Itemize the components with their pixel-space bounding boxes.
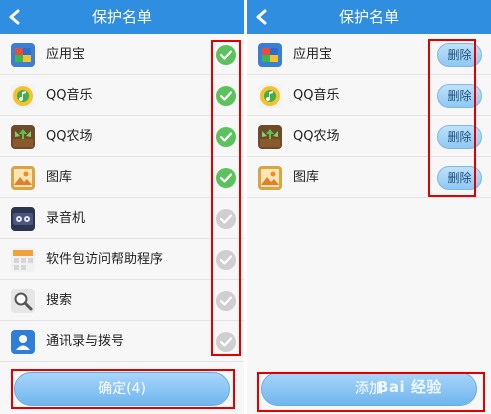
page-title: 保护名单	[338, 8, 399, 26]
list-item[interactable]: 通讯录与拨号	[0, 321, 244, 362]
highlight-box	[428, 39, 476, 197]
app-label: QQ农场	[46, 129, 93, 144]
search-icon	[11, 289, 35, 313]
app-label: 图库	[293, 170, 320, 185]
app-label: QQ音乐	[293, 88, 340, 103]
app-label: 搜索	[46, 293, 73, 308]
qq-music-icon	[11, 84, 35, 108]
list-item[interactable]: QQ农场	[0, 116, 244, 157]
page-title: 保护名单	[91, 8, 152, 26]
app-label: 应用宝	[293, 47, 333, 62]
app-label: 通讯录与拨号	[46, 334, 125, 349]
gallery-icon	[11, 166, 35, 190]
highlight-box	[211, 40, 241, 356]
list-item[interactable]: 软件包访问帮助程序	[0, 239, 244, 280]
title-bar: 保护名单	[247, 0, 491, 34]
app-label: 图库	[46, 170, 73, 185]
list-item[interactable]: QQ音乐	[0, 75, 244, 116]
qq-music-icon	[258, 84, 282, 108]
highlight-box	[257, 372, 485, 412]
list-item[interactable]: 图库	[0, 157, 244, 198]
qq-farm-icon	[258, 125, 282, 149]
qq-farm-icon	[11, 125, 35, 149]
list-item[interactable]: 搜索	[0, 280, 244, 321]
list-item[interactable]: 录音机	[0, 198, 244, 239]
package-helper-icon	[11, 248, 35, 272]
yingyongbao-icon	[258, 43, 282, 67]
app-label: 软件包访问帮助程序	[46, 252, 164, 267]
back-button[interactable]	[0, 0, 30, 34]
back-arrow-icon	[9, 9, 20, 25]
app-label: QQ音乐	[46, 88, 93, 103]
highlight-box	[11, 369, 235, 409]
app-label: 应用宝	[46, 47, 86, 62]
list-item[interactable]: 应用宝	[0, 34, 244, 75]
gallery-icon	[258, 166, 282, 190]
contacts-icon	[11, 330, 35, 354]
watermark: Bai 经验	[377, 378, 442, 396]
yingyongbao-icon	[11, 43, 35, 67]
title-bar: 保护名单	[0, 0, 244, 34]
back-arrow-icon	[256, 9, 267, 25]
app-label: 录音机	[46, 211, 86, 226]
app-label: QQ农场	[293, 129, 340, 144]
recorder-icon	[11, 207, 35, 231]
back-button[interactable]	[247, 0, 277, 34]
app-list: 应用宝 QQ音乐 QQ农场 图库 录音机 软件包访问帮助程序 搜索 通讯录与拨号	[0, 34, 244, 362]
left-screen: 保护名单 应用宝 QQ音乐 QQ农场 图库 录音机 软件包访问帮助程序 搜索 通…	[0, 0, 244, 414]
